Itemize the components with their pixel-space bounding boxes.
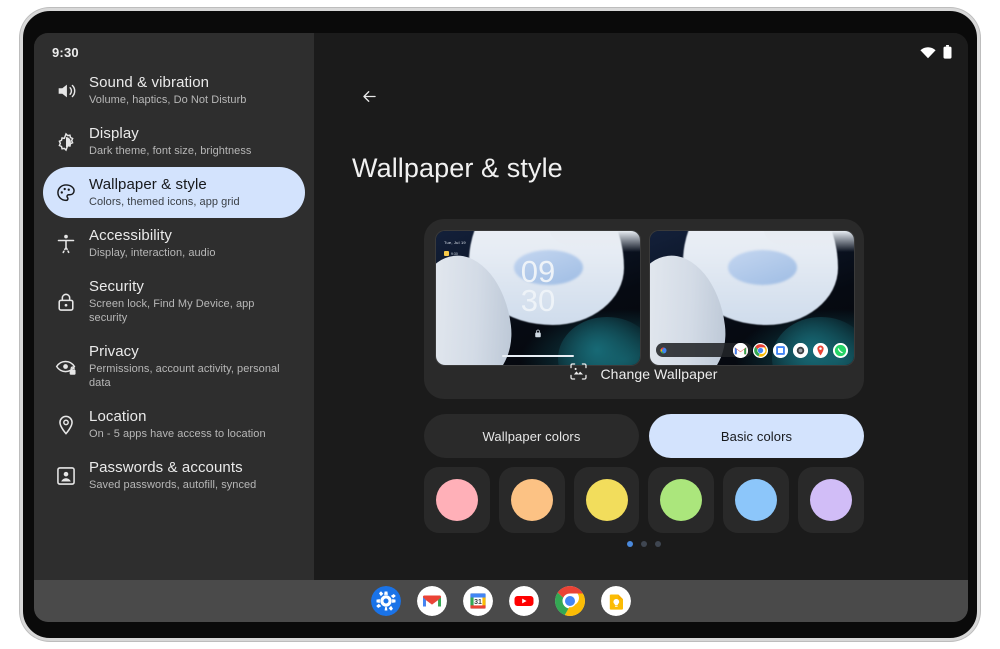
color-source-tabs: Wallpaper colors Basic colors	[424, 414, 864, 458]
lock-screen-notification-text: 9:30	[451, 251, 458, 256]
sidebar-item-privacy[interactable]: Privacy Permissions, account activity, pe…	[43, 334, 305, 399]
sidebar-item-passwords-accounts[interactable]: Passwords & accounts Saved passwords, aut…	[43, 450, 305, 501]
sidebar-item-label: Location	[89, 408, 147, 425]
lock-clock-minutes: 30	[520, 283, 556, 318]
settings-nav-list: Sound & vibration Volume, haptics, Do Not…	[34, 65, 314, 501]
sidebar-item-accessibility[interactable]: Accessibility Display, interaction, audio	[43, 218, 305, 269]
swatch-blue[interactable]	[723, 467, 790, 533]
settings-icon[interactable]	[371, 586, 401, 616]
gmail-icon[interactable]	[733, 343, 748, 358]
swatch-orange-dot	[510, 479, 553, 521]
swatch-purple[interactable]	[798, 467, 864, 533]
chrome-icon[interactable]	[753, 343, 768, 358]
brightness-icon	[55, 131, 77, 153]
volume-icon	[55, 80, 77, 102]
sidebar-item-subtitle: On - 5 apps have access to location	[89, 428, 266, 440]
wifi-icon	[920, 46, 936, 64]
sidebar-item-label: Sound & vibration	[89, 74, 210, 91]
youtube-icon[interactable]	[509, 586, 539, 616]
sidebar-item-location[interactable]: Location On - 5 apps have access to locat…	[43, 399, 305, 450]
main-content: Wallpaper & style Tue, Jul 19 9:30 09 30…	[314, 33, 968, 580]
change-wallpaper-label: Change Wallpaper	[600, 366, 718, 382]
swatch-pink[interactable]	[424, 467, 490, 533]
lock-screen-clock: 09 30	[520, 254, 556, 318]
status-bar-indicators	[920, 45, 952, 64]
gesture-home-bar	[502, 355, 574, 357]
lock-screen-notification: 9:30	[444, 251, 458, 256]
maps-icon[interactable]	[813, 343, 828, 358]
sidebar-item-label: Privacy	[89, 343, 139, 360]
sidebar-item-subtitle: Display, interaction, audio	[89, 247, 216, 259]
svg-text:31: 31	[474, 599, 482, 606]
account-box-icon	[55, 465, 77, 487]
swatch-green[interactable]	[648, 467, 715, 533]
lock-icon	[55, 291, 77, 313]
lock-icon	[535, 325, 542, 343]
wallpaper-preview-row: Tue, Jul 19 9:30 09 30	[436, 231, 854, 365]
page-dot-1[interactable]	[641, 541, 647, 547]
change-wallpaper-button[interactable]: Change Wallpaper	[424, 363, 864, 385]
lock-screen-date: Tue, Jul 19	[444, 240, 466, 245]
keep-icon[interactable]	[601, 586, 631, 616]
back-arrow-icon	[362, 90, 376, 102]
swatch-yellow[interactable]	[573, 467, 640, 533]
page-title: Wallpaper & style	[352, 153, 563, 183]
sidebar-item-display[interactable]: Display Dark theme, font size, brightness	[43, 116, 305, 167]
lock-screen-preview[interactable]: Tue, Jul 19 9:30 09 30	[436, 231, 640, 365]
swatch-purple-dot	[810, 479, 853, 521]
color-tab-basic-colors[interactable]: Basic colors	[649, 414, 864, 458]
color-tab-wallpaper-colors[interactable]: Wallpaper colors	[424, 414, 639, 458]
sidebar-item-subtitle: Colors, themed icons, app grid	[89, 196, 240, 208]
battery-icon	[943, 45, 952, 64]
chrome-icon[interactable]	[555, 586, 585, 616]
color-swatch-row	[424, 467, 864, 533]
google-g-icon	[660, 341, 667, 359]
sidebar-item-subtitle: Dark theme, font size, brightness	[89, 145, 252, 157]
swatch-pink-dot	[435, 479, 478, 521]
sidebar-item-security[interactable]: Security Screen lock, Find My Device, app…	[43, 269, 305, 334]
palette-icon	[55, 182, 77, 204]
page-dot-2[interactable]	[655, 541, 661, 547]
home-screen-preview[interactable]	[650, 231, 854, 365]
sidebar-item-label: Security	[89, 278, 144, 295]
gmail-icon[interactable]	[417, 586, 447, 616]
sidebar-item-subtitle: Permissions, account activity, personal …	[89, 363, 280, 389]
status-bar-time: 9:30	[52, 45, 79, 60]
sidebar-item-subtitle: Saved passwords, autofill, synced	[89, 479, 257, 491]
system-taskbar: 31	[34, 580, 968, 622]
eye-lock-icon	[55, 356, 77, 378]
swatch-page-indicator	[424, 541, 864, 547]
swatch-yellow-dot	[585, 479, 628, 521]
sidebar-item-subtitle: Volume, haptics, Do Not Disturb	[89, 94, 247, 106]
sidebar-item-sound-vibration[interactable]: Sound & vibration Volume, haptics, Do Not…	[43, 65, 305, 116]
accessibility-icon	[55, 233, 77, 255]
tablet-device-frame: 9:30 Sound & vibration Volume, haptics, D…	[20, 8, 980, 641]
sidebar-item-label: Passwords & accounts	[89, 459, 243, 476]
back-button[interactable]	[354, 81, 384, 111]
sidebar-item-label: Accessibility	[89, 227, 172, 244]
camera-icon[interactable]	[793, 343, 808, 358]
location-pin-icon	[55, 414, 77, 436]
photos-icon[interactable]	[773, 343, 788, 358]
swatch-orange[interactable]	[498, 467, 565, 533]
sidebar-item-subtitle: Screen lock, Find My Device, app securit…	[89, 298, 255, 324]
calendar-icon[interactable]: 31	[463, 586, 493, 616]
sidebar-item-label: Wallpaper & style	[89, 176, 207, 193]
home-dock-row	[733, 343, 848, 358]
swatch-blue-dot	[735, 479, 778, 521]
whatsapp-icon[interactable]	[833, 343, 848, 358]
sidebar-item-label: Display	[89, 125, 139, 142]
tablet-screen: 9:30 Sound & vibration Volume, haptics, D…	[34, 33, 968, 622]
settings-sidebar: 9:30 Sound & vibration Volume, haptics, D…	[34, 33, 314, 580]
sidebar-item-wallpaper-style[interactable]: Wallpaper & style Colors, themed icons, a…	[43, 167, 305, 218]
image-icon	[570, 363, 588, 385]
lock-clock-hours: 09	[520, 254, 556, 289]
page-dot-0[interactable]	[627, 541, 633, 547]
swatch-green-dot	[660, 479, 703, 521]
wallpaper-preview-card: Tue, Jul 19 9:30 09 30 Change Wallpaper	[424, 219, 864, 399]
